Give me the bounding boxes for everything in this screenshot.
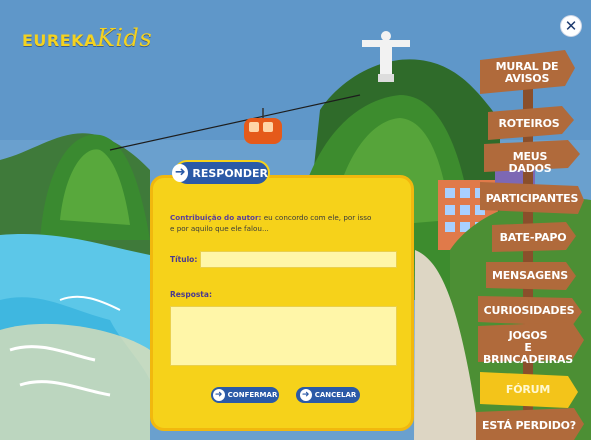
nav-mural-de-avisos[interactable]: MURAL DE AVISOS [488, 61, 566, 85]
confirm-button[interactable]: ➜ CONFERMAR [210, 386, 280, 404]
responder-tab[interactable]: ➜ RESPONDER [172, 160, 270, 186]
nav-jogos-e-brincadeiras[interactable]: JOGOS E BRINCADEIRAS [480, 330, 576, 366]
contribution-text-line1: eu concordo com ele, por isso [263, 213, 372, 222]
reply-textarea[interactable] [170, 306, 397, 366]
nav-label: ESTÁ PERDIDO? [482, 419, 576, 432]
nav-label: PARTICIPANTES [485, 192, 579, 205]
author-contribution: Contribuição do autor: eu concordo com e… [170, 212, 402, 234]
background-scene: EUREKAKids ✕ MURAL DE AVISOS ROTEIROS MEU… [0, 0, 591, 440]
arrow-right-icon: ➜ [212, 389, 225, 401]
nav-bate-papo[interactable]: BATE-PAPO [496, 232, 570, 244]
nav-label: FÓRUM [505, 383, 551, 396]
arrow-right-icon: ➜ [172, 164, 189, 182]
nav-participantes[interactable]: PARTICIPANTES [484, 193, 580, 205]
title-label: Título: [170, 255, 198, 264]
title-input[interactable] [200, 251, 397, 268]
nav-label-line2: AVISOS [504, 72, 550, 85]
nav-label: BATE-PAPO [499, 231, 567, 244]
nav-mensagens[interactable]: MENSAGENS [490, 270, 570, 282]
contribution-text-line2: e por aquilo que ele falou... [170, 224, 269, 233]
nav-esta-perdido[interactable]: ESTÁ PERDIDO? [480, 420, 578, 432]
nav-label: MENSAGENS [492, 269, 568, 282]
nav-label: ROTEIROS [498, 117, 560, 130]
contribution-label: Contribuição do autor: [170, 213, 262, 222]
nav-label: CURIOSIDADES [483, 304, 575, 317]
nav-roteiros[interactable]: ROTEIROS [492, 118, 566, 130]
nav-label-line2: E BRINCADEIRAS [483, 341, 573, 366]
responder-label: RESPONDER [192, 166, 268, 180]
cancel-label: CANCELAR [314, 391, 357, 399]
confirm-label: CONFERMAR [227, 391, 278, 399]
nav-label: MEUS DADOS [508, 150, 552, 175]
arrow-right-icon: ➜ [299, 389, 312, 401]
nav-curiosidades[interactable]: CURIOSIDADES [482, 305, 576, 317]
nav-forum[interactable]: FÓRUM [484, 384, 572, 396]
cancel-button[interactable]: ➜ CANCELAR [295, 386, 361, 404]
nav-meus-dados[interactable]: MEUS DADOS [490, 151, 570, 175]
reply-label: Resposta: [170, 290, 212, 299]
